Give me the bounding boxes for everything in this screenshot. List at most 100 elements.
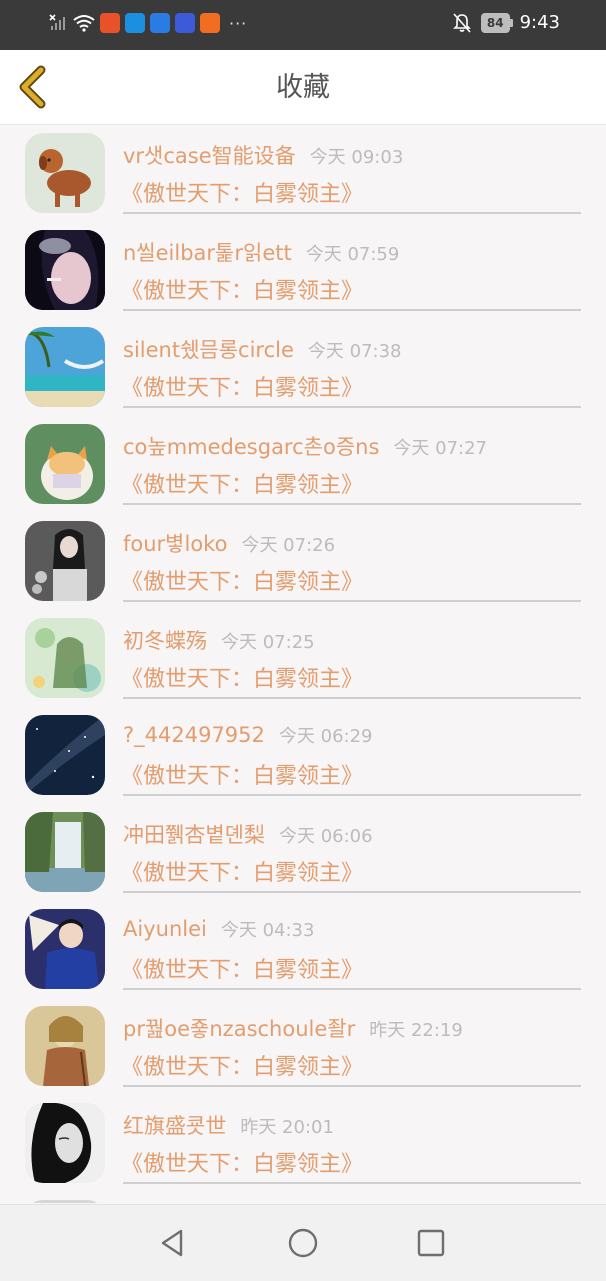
item-header-line: four볗loko 今天 07:26 <box>123 528 335 558</box>
timestamp: 昨天 22:19 <box>369 1020 463 1041</box>
avatar-image <box>25 618 105 698</box>
status-left-icons: ··· <box>48 13 247 33</box>
avatar-image <box>25 230 105 310</box>
avatar-image <box>25 1006 105 1086</box>
favorites-list: vr샛case智能设备 今天 09:03 《傲世天下：白雾领主》 n씰eilbar톭r… <box>0 125 606 1203</box>
girl-flowers-avatar[interactable] <box>25 521 105 601</box>
user-name[interactable]: 初冬蝶殇 <box>123 629 207 653</box>
favorite-list-item[interactable]: pr꿢oe죻nzaschoule좔r 昨天 22:19 《傲世天下：白雾领主》 <box>0 998 606 1095</box>
painting-avatar[interactable] <box>25 1006 105 1086</box>
favorite-list-item[interactable]: 红旗盛쿗世 昨天 20:01 《傲世天下：白雾领主》 <box>0 1095 606 1192</box>
no-sim-icon <box>49 14 65 30</box>
user-name[interactable]: pr꿢oe죻nzaschoule좔r <box>123 1017 355 1041</box>
nav-home-button[interactable] <box>287 1227 319 1259</box>
favorite-list-item[interactable]: four볗loko 今天 07:26 《傲世天下：白雾领主》 <box>0 513 606 610</box>
item-divider <box>123 1085 581 1087</box>
book-title[interactable]: 《傲世天下：白雾领主》 <box>121 1146 363 1178</box>
nav-back-button[interactable] <box>157 1227 189 1259</box>
item-header-line: vr샛case智能设备 今天 09:03 <box>123 140 403 170</box>
item-divider <box>123 794 581 796</box>
user-name[interactable]: ?_442497952 <box>123 723 265 747</box>
favorite-list-item[interactable]: vr샛case智能设备 今天 09:03 《傲世天下：白雾领主》 <box>0 125 606 222</box>
timestamp: 今天 04:33 <box>220 920 315 941</box>
status-bar: ··· 84 9:43 <box>0 0 606 50</box>
night-sky-avatar[interactable] <box>25 715 105 795</box>
dog-avatar[interactable] <box>25 133 105 213</box>
favorite-list-item[interactable]: Aiyunlei 今天 04:33 《傲世天下：白雾领主》 <box>0 901 606 998</box>
user-name[interactable]: 红旗盛쿗世 <box>123 1114 226 1138</box>
avatar-image <box>25 909 105 989</box>
app-notification-icon-1 <box>100 13 120 33</box>
item-divider <box>123 988 581 990</box>
book-title[interactable]: 《傲世天下：白雾领主》 <box>121 661 363 693</box>
item-divider <box>123 891 581 893</box>
book-title[interactable]: 《傲世天下：白雾领主》 <box>121 855 363 887</box>
favorite-list-item[interactable]: silent쉤믐롱circle 今天 07:38 《傲世天下：白雾领主》 <box>0 319 606 416</box>
book-title[interactable]: 《傲世天下：白雾领主》 <box>121 1049 363 1081</box>
avatar-image <box>25 521 105 601</box>
beach-hammock-avatar[interactable] <box>25 327 105 407</box>
anime-girl-avatar[interactable] <box>25 618 105 698</box>
timestamp: 今天 07:26 <box>241 535 336 556</box>
book-title[interactable]: 《傲世天下：白雾领主》 <box>121 467 363 499</box>
user-name[interactable]: 冲田쮉杏볕뎬梨 <box>123 823 265 847</box>
book-title[interactable]: 《傲世天下：白雾领主》 <box>121 273 363 305</box>
favorite-list-item[interactable]: ?_442497952 今天 06:29 《傲世天下：白雾领主》 <box>0 707 606 804</box>
bw-portrait-avatar[interactable] <box>25 1103 105 1183</box>
next-item-avatar[interactable] <box>25 1200 105 1203</box>
favorite-list-item[interactable]: n씰eilbar톭r읽ett 今天 07:59 《傲世天下：白雾领主》 <box>0 222 606 319</box>
nav-recents-icon <box>417 1229 445 1257</box>
book-title[interactable]: 《傲世天下：白雾领主》 <box>121 564 363 596</box>
timestamp: 今天 09:03 <box>309 147 404 168</box>
item-header-line: 红旗盛쿗世 昨天 20:01 <box>123 1110 334 1140</box>
avatar-image <box>25 424 105 504</box>
user-name[interactable]: n씰eilbar톭r읽ett <box>123 241 292 265</box>
status-time: 9:43 <box>519 12 560 33</box>
timestamp: 今天 06:29 <box>278 726 373 747</box>
item-divider <box>123 600 581 602</box>
user-name[interactable]: four볗loko <box>123 532 227 556</box>
app-notification-icon-5 <box>200 13 220 33</box>
avatar-image <box>25 327 105 407</box>
timestamp: 昨天 20:01 <box>240 1117 334 1138</box>
item-divider <box>123 309 581 311</box>
user-name[interactable]: Aiyunlei <box>123 917 207 941</box>
avatar-image <box>25 812 105 892</box>
timestamp: 今天 06:06 <box>278 826 373 847</box>
app-notification-icon-4 <box>175 13 195 33</box>
wifi-icon <box>73 15 95 32</box>
nav-recents-button[interactable] <box>415 1227 447 1259</box>
page-title: 收藏 <box>276 72 330 103</box>
item-divider <box>123 1182 581 1184</box>
item-header-line: silent쉤믐롱circle 今天 07:38 <box>123 334 402 364</box>
item-header-line: 冲田쮉杏볕뎬梨 今天 06:06 <box>123 819 373 849</box>
item-divider <box>123 697 581 699</box>
avatar-image <box>25 133 105 213</box>
more-notifications-icon: ··· <box>229 13 248 33</box>
status-right-icons: 84 9:43 <box>452 12 560 33</box>
user-name[interactable]: co높mmedesgarc촌o증ns <box>123 435 379 459</box>
item-divider <box>123 406 581 408</box>
man-with-fan-avatar[interactable] <box>25 909 105 989</box>
user-name[interactable]: vr샛case智能设备 <box>123 144 296 168</box>
item-header-line: co높mmedesgarc촌o증ns 今天 07:27 <box>123 431 487 461</box>
waterfall-avatar[interactable] <box>25 812 105 892</box>
timestamp: 今天 07:25 <box>221 632 315 653</box>
favorite-list-item[interactable]: 冲田쮉杏볕뎬梨 今天 06:06 《傲世天下：白雾领主》 <box>0 804 606 901</box>
timestamp: 今天 07:27 <box>393 438 488 459</box>
item-header-line: Aiyunlei 今天 04:33 <box>123 916 314 942</box>
bell-muted-icon <box>452 12 471 33</box>
nav-back-icon <box>161 1229 183 1257</box>
cat-avatar[interactable] <box>25 424 105 504</box>
book-title[interactable]: 《傲世天下：白雾领主》 <box>121 758 363 790</box>
book-title[interactable]: 《傲世天下：白雾领主》 <box>121 370 363 402</box>
smoking-woman-avatar[interactable] <box>25 230 105 310</box>
item-divider <box>123 503 581 505</box>
timestamp: 今天 07:59 <box>305 244 400 265</box>
book-title[interactable]: 《傲世天下：白雾领主》 <box>121 176 363 208</box>
favorite-list-item[interactable]: 初冬蝶殇 今天 07:25 《傲世天下：白雾领主》 <box>0 610 606 707</box>
user-name[interactable]: silent쉤믐롱circle <box>123 338 294 362</box>
favorite-list-item[interactable]: co높mmedesgarc촌o증ns 今天 07:27 《傲世天下：白雾领主》 <box>0 416 606 513</box>
book-title[interactable]: 《傲世天下：白雾领主》 <box>121 952 363 984</box>
item-header-line: 初冬蝶殇 今天 07:25 <box>123 625 315 655</box>
